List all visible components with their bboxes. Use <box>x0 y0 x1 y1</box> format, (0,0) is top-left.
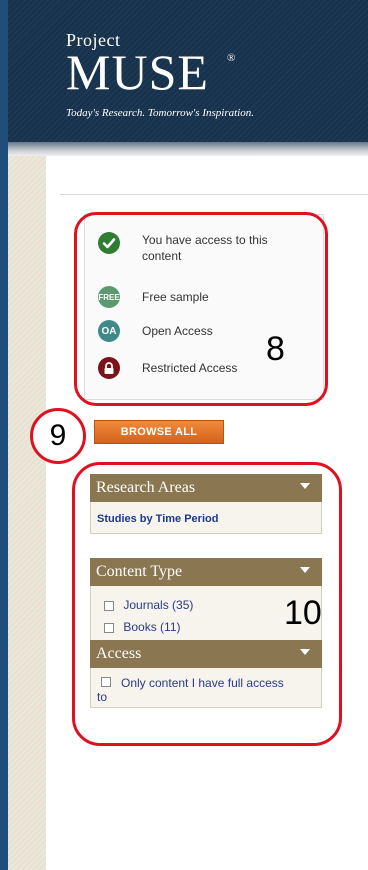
logo-muse-text[interactable]: MUSE <box>66 46 209 98</box>
browse-all-button[interactable]: BROWSE ALL <box>94 420 224 444</box>
annotation-number-facets: 10 <box>284 594 322 632</box>
logo-registered-mark: ® <box>227 52 236 64</box>
header-divider <box>8 142 368 156</box>
annotation-number-legend: 8 <box>266 330 285 368</box>
annotation-circle-browse: 9 <box>30 408 86 464</box>
window-frame-left <box>0 0 8 870</box>
annotation-oval-legend <box>74 212 328 406</box>
content-divider <box>60 194 368 195</box>
logo-tagline: Today's Research. Tomorrow's Inspiration… <box>66 107 254 119</box>
